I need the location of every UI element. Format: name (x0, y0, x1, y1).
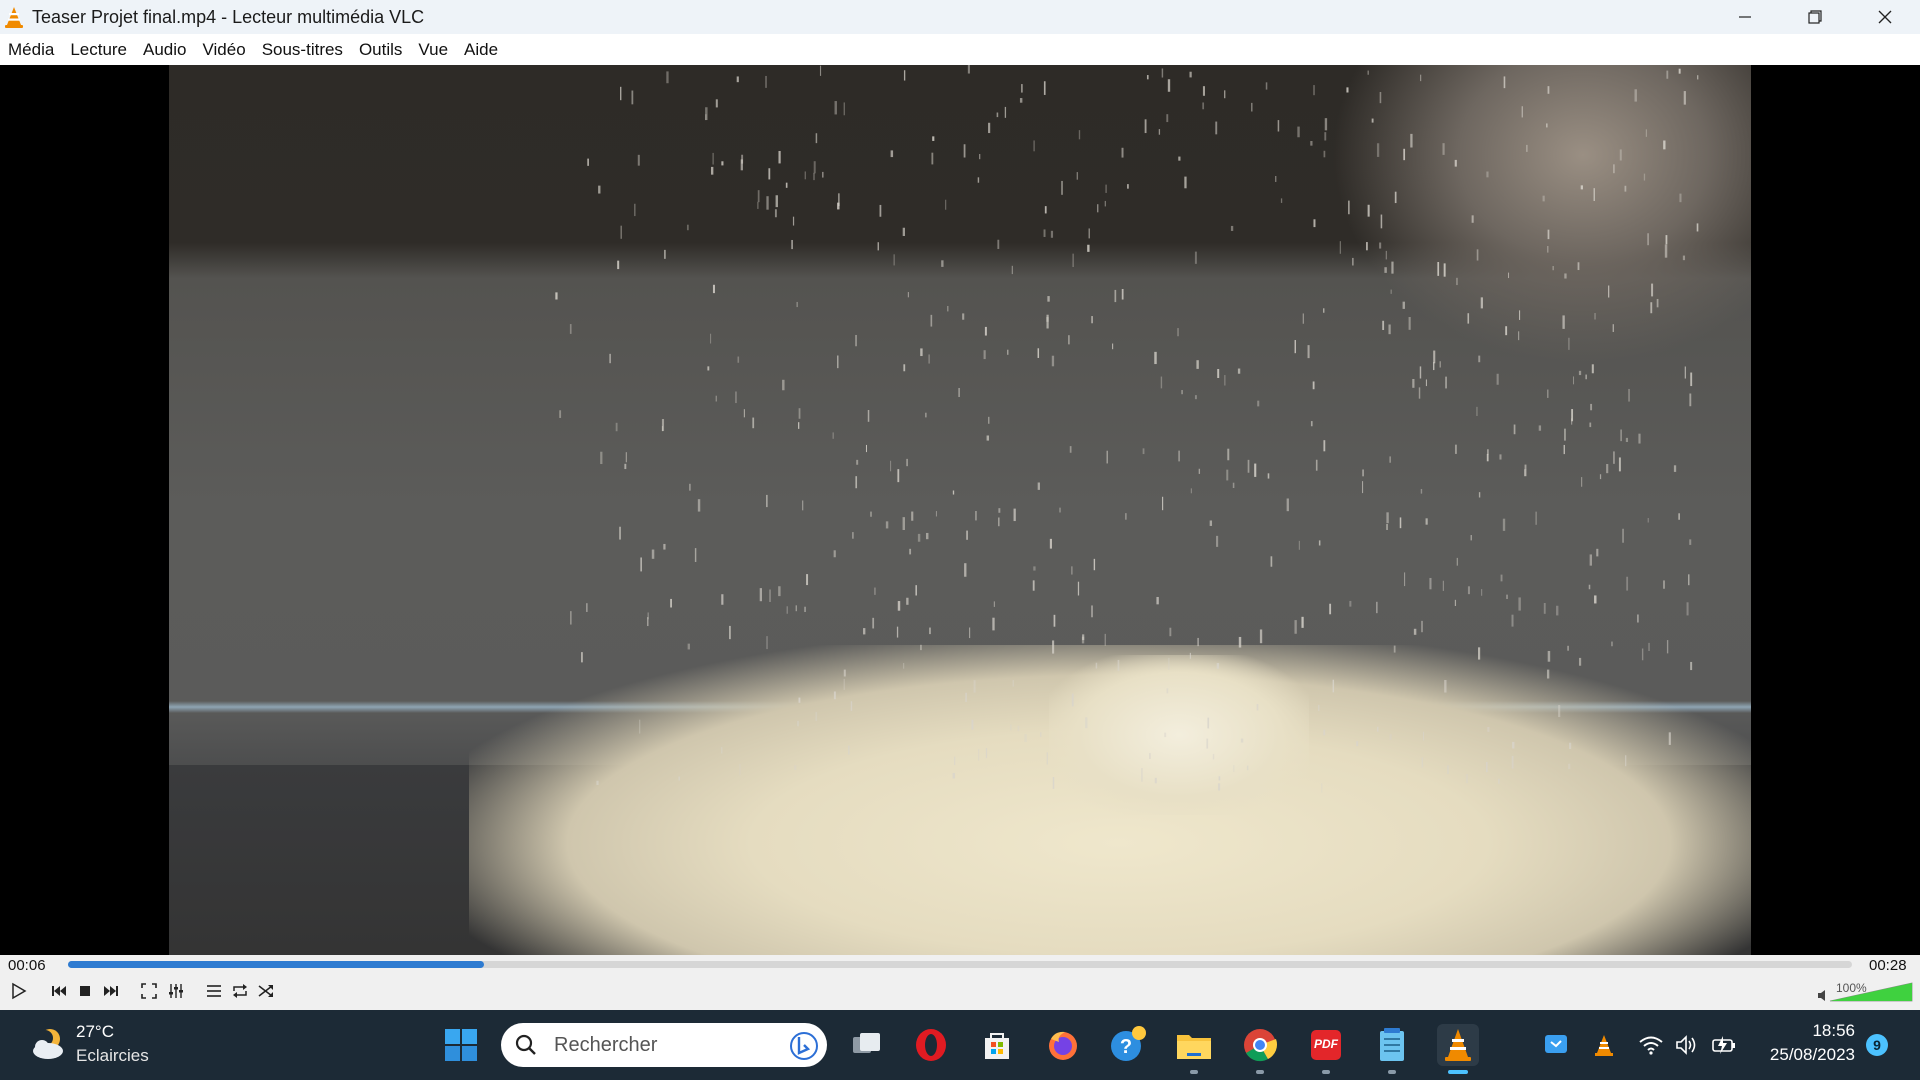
seek-bar[interactable] (68, 961, 1852, 968)
clock-time[interactable]: 18:56 (1810, 1021, 1855, 1041)
window-title: Teaser Projet final.mp4 - Lecteur multim… (32, 7, 425, 27)
fullscreen-button[interactable] (137, 979, 161, 1003)
volume-label: 100% (1836, 981, 1867, 995)
seek-progress (68, 961, 484, 968)
windows-start-icon (445, 1029, 477, 1061)
play-icon (12, 982, 27, 1000)
chat-icon (1545, 1035, 1567, 1053)
vlc-cone-icon (1595, 1035, 1613, 1056)
menu-audio[interactable]: Audio (135, 34, 194, 65)
next-button[interactable] (99, 979, 123, 1003)
firefox-icon (1049, 1031, 1077, 1060)
extended-settings-icon (169, 984, 183, 998)
shuffle-icon (258, 985, 273, 997)
clock-date[interactable]: 25/08/2023 (1762, 1045, 1855, 1065)
taskbar-task-view[interactable] (845, 1024, 887, 1066)
taskbar-microsoft-store[interactable] (976, 1024, 1018, 1066)
tray-vlc[interactable] (1591, 1032, 1617, 1058)
close-button[interactable] (1850, 0, 1920, 34)
minimize-button[interactable] (1710, 0, 1780, 34)
speaker-icon (1818, 990, 1825, 1001)
bing-icon[interactable] (789, 1031, 819, 1061)
next-icon (104, 986, 118, 996)
pdf-icon-label: PDF (1314, 1037, 1338, 1051)
svg-text:?: ? (1120, 1036, 1132, 1058)
taskbar-pdf-reader[interactable]: PDF (1305, 1024, 1347, 1066)
menu-aide[interactable]: Aide (456, 34, 506, 65)
video-frame[interactable] (169, 65, 1751, 955)
help-icon: ? (1111, 1026, 1146, 1061)
tray-volume[interactable] (1674, 1032, 1700, 1058)
battery-charging-icon (1712, 1036, 1735, 1054)
menu-lecture[interactable]: Lecture (62, 34, 135, 65)
notepad-running-indicator (1388, 1070, 1396, 1074)
playlist-button[interactable] (202, 979, 226, 1003)
weather-temperature[interactable]: 27°C (76, 1022, 114, 1042)
taskbar: 27°C Eclaircies Rechercher ? PDF 18:56 2… (0, 1010, 1920, 1080)
loop-button[interactable] (228, 979, 252, 1003)
menu-outils[interactable]: Outils (351, 34, 410, 65)
file-explorer-icon (1177, 1035, 1211, 1059)
vlc-cone-icon (1445, 1029, 1471, 1061)
video-area[interactable] (0, 65, 1920, 955)
stop-icon (80, 986, 90, 996)
menu-bar: Média Lecture Audio Vidéo Sous-titres Ou… (0, 34, 1920, 65)
total-time: 00:28 (1869, 957, 1907, 974)
taskbar-firefox[interactable] (1042, 1024, 1084, 1066)
wifi-icon (1639, 1036, 1663, 1055)
previous-button[interactable] (47, 979, 71, 1003)
taskbar-search[interactable]: Rechercher (501, 1023, 827, 1067)
weather-partly-cloudy-icon[interactable] (28, 1024, 68, 1064)
notepad-icon (1380, 1028, 1404, 1061)
vlc-active-indicator (1448, 1070, 1468, 1074)
task-view-icon (853, 1033, 880, 1053)
chrome-running-indicator (1256, 1070, 1264, 1074)
taskbar-chrome[interactable] (1239, 1024, 1281, 1066)
vlc-cone-icon (5, 7, 23, 28)
search-placeholder: Rechercher (554, 1034, 658, 1056)
tray-wifi[interactable] (1638, 1032, 1664, 1058)
restore-button[interactable] (1780, 0, 1850, 34)
minimize-icon (1739, 16, 1751, 18)
chrome-icon (1244, 1029, 1278, 1062)
playback-controls: 00:06 00:28 100% (0, 955, 1920, 1010)
tray-chat[interactable] (1543, 1032, 1569, 1058)
restore-icon (1808, 10, 1822, 24)
taskbar-notepad[interactable] (1371, 1024, 1413, 1066)
stop-button[interactable] (73, 979, 97, 1003)
file-explorer-running-indicator (1190, 1070, 1198, 1074)
notification-badge[interactable]: 9 (1866, 1034, 1888, 1056)
shuffle-button[interactable] (254, 979, 278, 1003)
extended-settings-button[interactable] (164, 979, 188, 1003)
microsoft-store-icon (985, 1033, 1009, 1059)
menu-video[interactable]: Vidéo (195, 34, 254, 65)
previous-icon (52, 986, 66, 996)
fullscreen-icon (141, 983, 157, 999)
search-icon (515, 1034, 536, 1055)
current-time: 00:06 (8, 957, 46, 974)
weather-description[interactable]: Eclaircies (76, 1046, 149, 1066)
tray-battery[interactable] (1711, 1032, 1737, 1058)
playlist-icon (207, 985, 221, 997)
menu-vue[interactable]: Vue (410, 34, 456, 65)
menu-sous-titres[interactable]: Sous-titres (254, 34, 351, 65)
taskbar-file-explorer[interactable] (1173, 1024, 1215, 1066)
opera-icon (916, 1029, 946, 1061)
start-button[interactable] (440, 1024, 482, 1066)
speaker-icon (1676, 1035, 1696, 1055)
title-bar: Teaser Projet final.mp4 - Lecteur multim… (0, 0, 1920, 34)
taskbar-help[interactable]: ? (1107, 1024, 1149, 1066)
taskbar-vlc[interactable] (1437, 1024, 1479, 1066)
pdf-running-indicator (1322, 1070, 1330, 1074)
taskbar-opera[interactable] (910, 1024, 952, 1066)
close-icon (1878, 10, 1892, 24)
loop-icon (233, 984, 247, 998)
video-falling-particles (555, 65, 1699, 793)
menu-media[interactable]: Média (0, 34, 62, 65)
play-button[interactable] (6, 979, 30, 1003)
